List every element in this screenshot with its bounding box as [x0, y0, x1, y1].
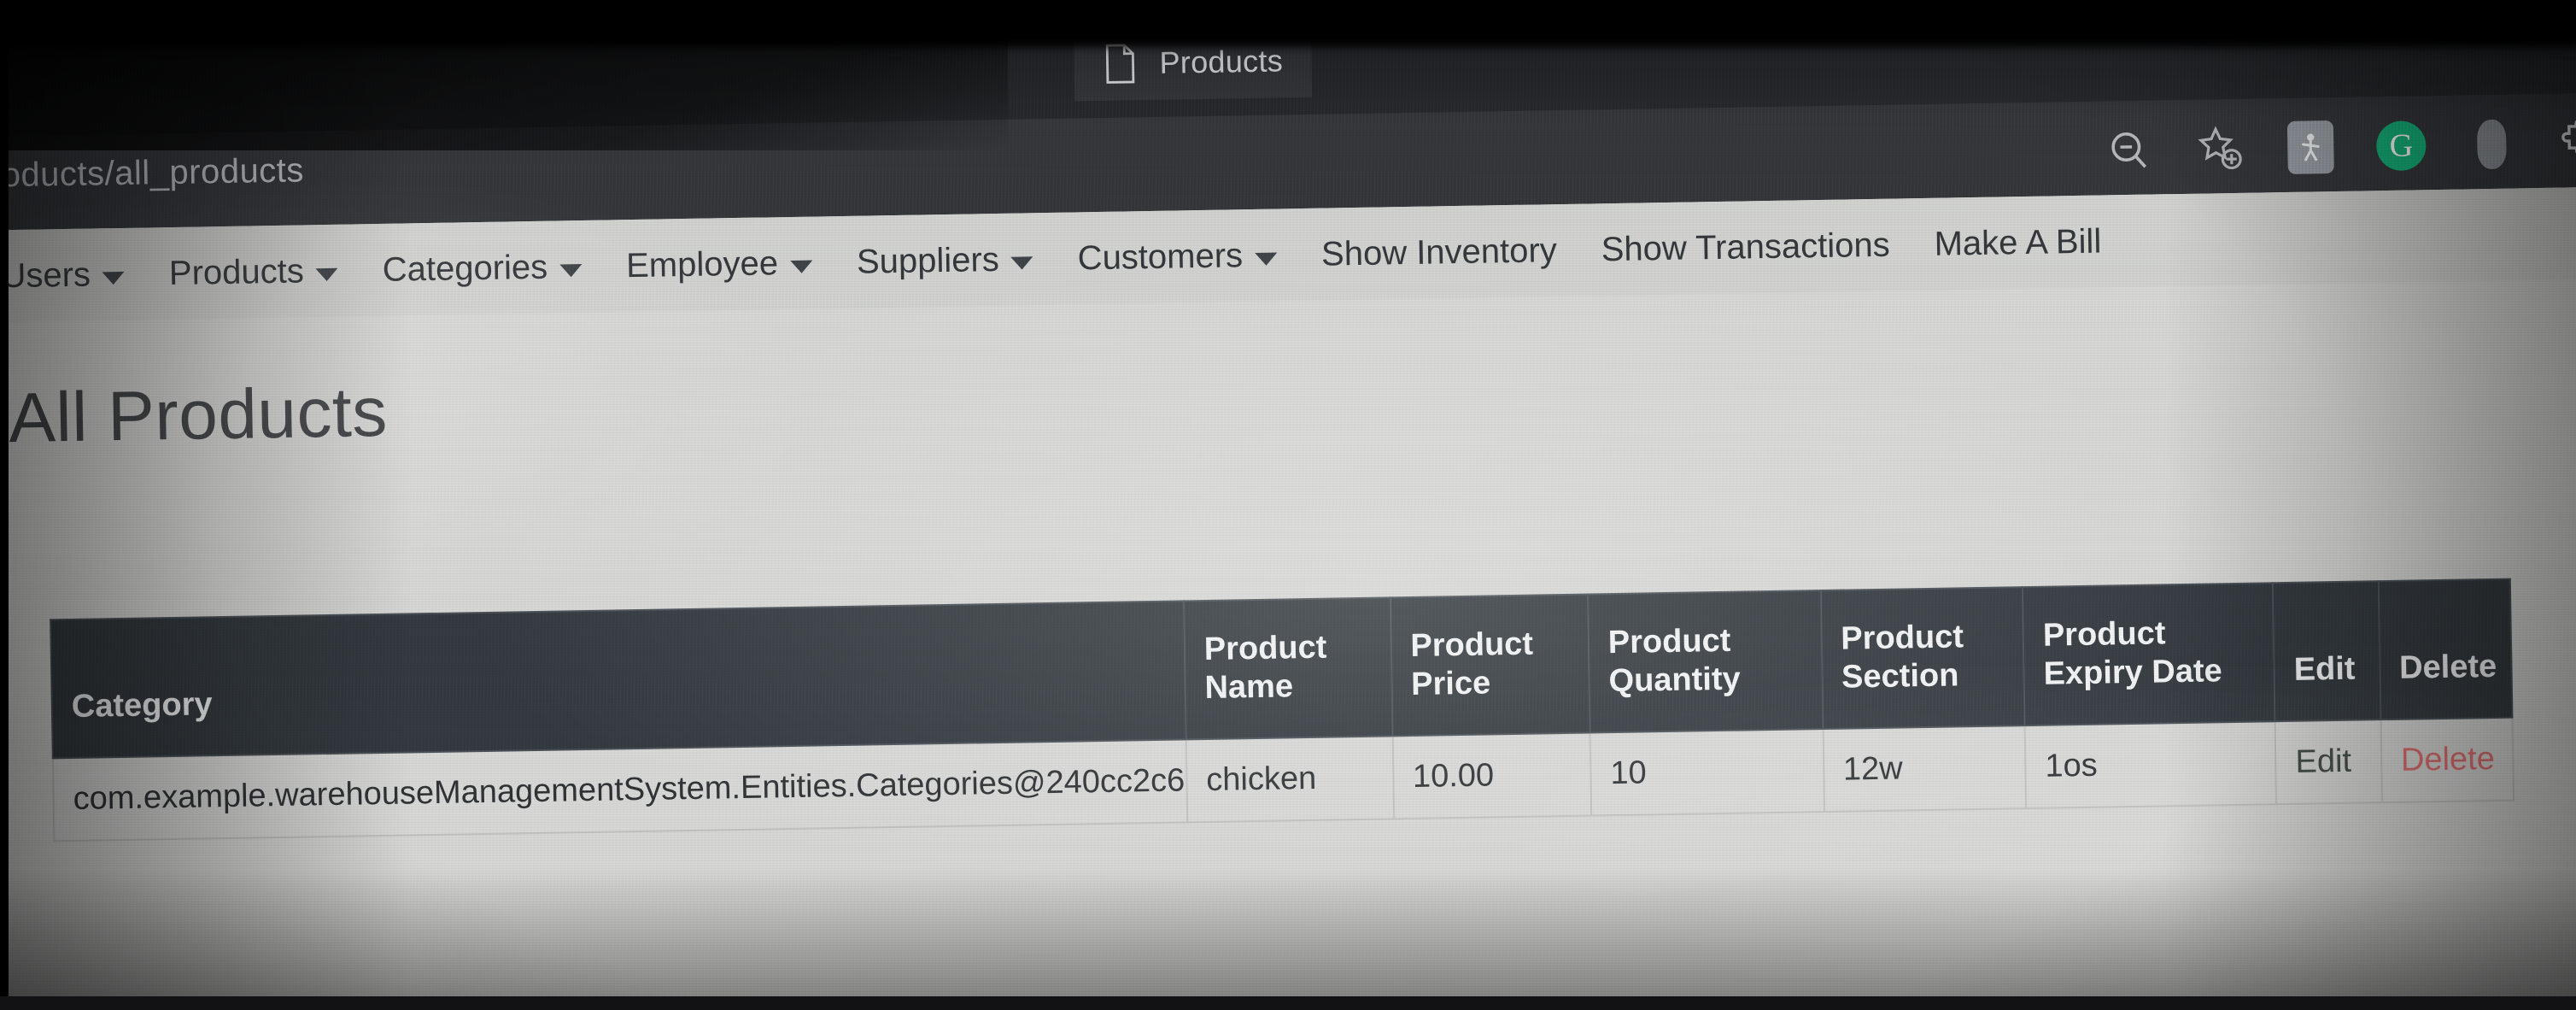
nav-item-show-transactions[interactable]: Show Transactions — [1578, 226, 1912, 269]
document-icon — [1103, 43, 1138, 85]
col-header-edit[interactable]: Edit — [2273, 581, 2381, 721]
nav-label: Employee — [625, 244, 779, 285]
chevron-down-icon — [559, 263, 583, 277]
nav-item-suppliers[interactable]: Suppliers — [834, 239, 1056, 281]
extensions-puzzle-icon[interactable] — [2556, 117, 2576, 169]
nav-item-customers[interactable]: Customers — [1055, 236, 1299, 279]
products-table-wrapper: Category Product Name Product Price Produc… — [50, 578, 2515, 842]
nav-label: Show Inventory — [1320, 231, 1558, 273]
edit-link[interactable]: Edit — [2295, 743, 2351, 779]
nav-label: Make A Bill — [1934, 222, 2102, 263]
shield-shape — [2476, 119, 2507, 170]
nav-item-employee[interactable]: Employee — [604, 244, 835, 285]
nav-label: Products — [168, 251, 305, 292]
nav-item-show-inventory[interactable]: Show Inventory — [1299, 231, 1579, 273]
cell-edit: Edit — [2274, 719, 2382, 804]
chevron-down-icon — [102, 271, 126, 285]
chevron-down-icon — [315, 267, 338, 281]
col-header-product-name[interactable]: Product Name — [1183, 597, 1393, 740]
address-bar-url[interactable]: /products/all_products — [0, 151, 304, 196]
monitor-photograph: Products /products/all_products G Users … — [0, 0, 2576, 1010]
delete-link[interactable]: Delete — [2401, 741, 2496, 778]
nav-label: Categories — [382, 248, 548, 289]
cell-product-expiry-date: 1os — [2024, 720, 2277, 808]
chevron-down-icon — [789, 260, 813, 273]
grammarly-badge: G — [2375, 120, 2427, 172]
browser-tab-products[interactable]: Products — [1073, 23, 1313, 102]
nav-label: Suppliers — [856, 240, 1000, 281]
page-viewport: Users Products Categories Employee Suppl… — [0, 186, 2576, 1010]
col-header-product-section[interactable]: Product Section — [1820, 587, 2025, 729]
cell-product-name: chicken — [1186, 736, 1394, 823]
browser-window: Products /products/all_products G Users … — [0, 0, 2576, 1010]
nav-item-make-a-bill[interactable]: Make A Bill — [1912, 222, 2123, 264]
grammarly-icon[interactable]: G — [2375, 120, 2427, 172]
col-header-product-quantity[interactable]: Product Quantity — [1587, 590, 1824, 733]
shield-icon[interactable] — [2466, 118, 2518, 170]
products-table: Category Product Name Product Price Produc… — [50, 578, 2515, 842]
bookmark-add-icon[interactable] — [2194, 123, 2246, 175]
extension-tile-shape — [2286, 120, 2334, 174]
nav-item-categories[interactable]: Categories — [360, 247, 604, 290]
page-content: All Products Category Product Name Produc… — [0, 279, 2576, 1010]
cell-category: com.example.warehouseManagementSystem.En… — [52, 739, 1188, 842]
toolbar-icons: G — [2104, 102, 2576, 192]
cell-product-quantity: 10 — [1590, 728, 1824, 816]
nav-label: Users — [1, 255, 91, 295]
extension-tile-icon[interactable] — [2285, 120, 2337, 174]
col-header-product-expiry-date[interactable]: Product Expiry Date — [2022, 583, 2275, 725]
zoom-out-icon[interactable] — [2104, 124, 2156, 176]
nav-label: Customers — [1077, 236, 1244, 277]
cell-delete: Delete — [2380, 717, 2515, 802]
cell-product-section: 12w — [1823, 725, 2027, 812]
chevron-down-icon — [1010, 255, 1033, 270]
page-title: All Products — [8, 373, 389, 458]
nav-item-products[interactable]: Products — [147, 251, 361, 293]
col-header-product-price[interactable]: Product Price — [1390, 594, 1590, 737]
tab-title: Products — [1159, 43, 1284, 80]
nav-item-users[interactable]: Users — [0, 255, 147, 296]
nav-label: Show Transactions — [1601, 226, 1890, 268]
chevron-down-icon — [1255, 252, 1278, 266]
col-header-category[interactable]: Category — [50, 601, 1186, 759]
cell-product-price: 10.00 — [1392, 732, 1592, 819]
col-header-delete[interactable]: Delete — [2378, 578, 2513, 719]
